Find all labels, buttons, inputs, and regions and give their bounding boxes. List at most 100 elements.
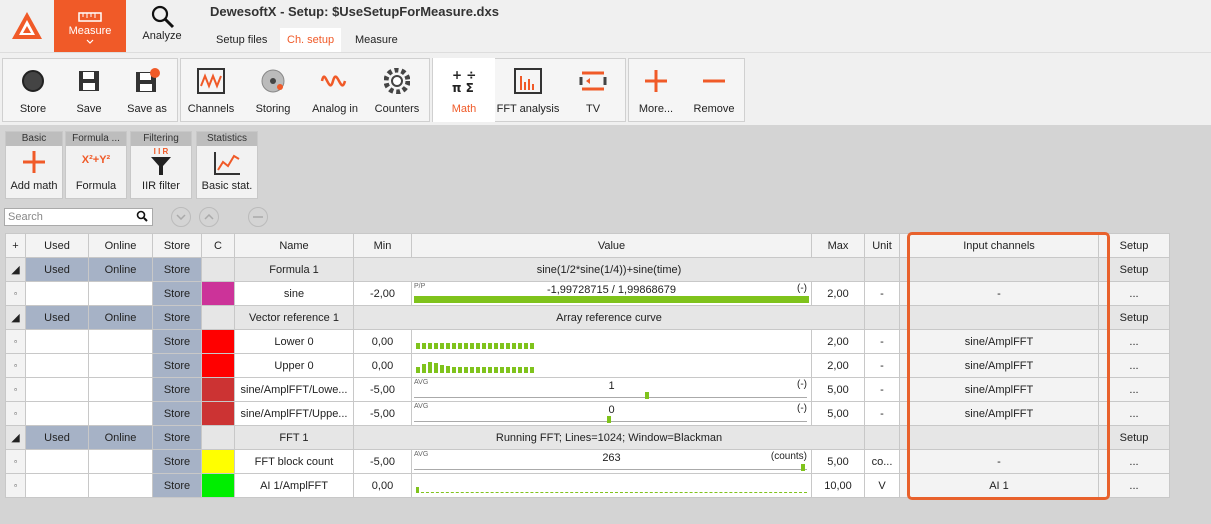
group-store[interactable]: Store (152, 425, 202, 450)
group-store[interactable]: Store (152, 257, 202, 282)
online-cell[interactable] (88, 449, 153, 474)
col-unit[interactable]: Unit (864, 233, 900, 258)
min-value[interactable]: -5,00 (353, 449, 412, 474)
color-swatch[interactable] (201, 353, 235, 378)
setup-dots-button[interactable]: ... (1098, 329, 1170, 354)
color-swatch[interactable] (201, 377, 235, 402)
group-used[interactable]: Used (25, 425, 89, 450)
row-handle[interactable]: ▫ (5, 401, 26, 426)
more-button[interactable]: More... (628, 58, 684, 122)
online-cell[interactable] (88, 401, 153, 426)
search-input[interactable]: Search (4, 208, 153, 226)
group-setup-button[interactable]: Setup (1098, 425, 1170, 450)
unit-cell[interactable]: - (864, 377, 900, 402)
used-cell[interactable] (25, 353, 89, 378)
channel-name[interactable]: AI 1/AmplFFT (234, 473, 354, 498)
input-channel-cell[interactable]: - (899, 449, 1099, 474)
channel-name[interactable]: sine (234, 281, 354, 306)
col-value[interactable]: Value (411, 233, 812, 258)
online-cell[interactable] (88, 353, 153, 378)
max-value[interactable]: 5,00 (811, 449, 865, 474)
channel-name[interactable]: Upper 0 (234, 353, 354, 378)
channels-button[interactable]: Channels (180, 58, 242, 122)
col-store[interactable]: Store (152, 233, 202, 258)
row-handle[interactable]: ▫ (5, 329, 26, 354)
used-cell[interactable] (25, 329, 89, 354)
col-max[interactable]: Max (811, 233, 865, 258)
unit-cell[interactable]: V (864, 473, 900, 498)
used-cell[interactable] (25, 377, 89, 402)
input-channel-cell[interactable]: - (899, 281, 1099, 306)
input-channel-cell[interactable]: sine/AmplFFT (899, 401, 1099, 426)
tab-measure[interactable]: Measure (54, 0, 126, 52)
analog-in-button[interactable]: Analog in (304, 58, 366, 122)
expand-all-button[interactable]: + (5, 233, 26, 258)
unit-cell[interactable]: - (864, 281, 900, 306)
color-swatch[interactable] (201, 473, 235, 498)
input-channel-cell[interactable]: sine/AmplFFT (899, 353, 1099, 378)
setup-dots-button[interactable]: ... (1098, 353, 1170, 378)
row-handle[interactable]: ▫ (5, 473, 26, 498)
storing-button[interactable]: Storing (242, 58, 304, 122)
online-cell[interactable] (88, 281, 153, 306)
max-value[interactable]: 10,00 (811, 473, 865, 498)
unit-cell[interactable]: - (864, 401, 900, 426)
tv-button[interactable]: TV (562, 58, 624, 122)
setup-dots-button[interactable]: ... (1098, 449, 1170, 474)
color-swatch[interactable] (201, 401, 235, 426)
row-handle[interactable]: ▫ (5, 281, 26, 306)
remove-filter-button[interactable] (248, 207, 268, 227)
max-value[interactable]: 2,00 (811, 353, 865, 378)
row-handle[interactable]: ▫ (5, 353, 26, 378)
max-value[interactable]: 2,00 (811, 329, 865, 354)
col-setup[interactable]: Setup (1098, 233, 1170, 258)
min-value[interactable]: -5,00 (353, 377, 412, 402)
min-value[interactable]: 0,00 (353, 473, 412, 498)
max-value[interactable]: 5,00 (811, 377, 865, 402)
setup-dots-button[interactable]: ... (1098, 377, 1170, 402)
group-used[interactable]: Used (25, 257, 89, 282)
setup-dots-button[interactable]: ... (1098, 281, 1170, 306)
basic-stat-button[interactable]: Basic stat. (197, 146, 257, 198)
dewesoft-logo-icon[interactable] (0, 0, 54, 52)
group-online[interactable]: Online (88, 425, 153, 450)
color-swatch[interactable] (201, 281, 235, 306)
used-cell[interactable] (25, 401, 89, 426)
col-used[interactable]: Used (25, 233, 89, 258)
collapse-triangle-icon[interactable]: ◢ (5, 425, 26, 450)
row-handle[interactable]: ▫ (5, 449, 26, 474)
group-setup-button[interactable]: Setup (1098, 305, 1170, 330)
online-cell[interactable] (88, 473, 153, 498)
min-value[interactable]: -2,00 (353, 281, 412, 306)
used-cell[interactable] (25, 281, 89, 306)
setup-dots-button[interactable]: ... (1098, 401, 1170, 426)
tab-analyze[interactable]: Analyze (126, 0, 198, 52)
save-as-button[interactable]: Save as (116, 58, 178, 122)
channel-name[interactable]: sine/AmplFFT/Lowe... (234, 377, 354, 402)
group-setup-button[interactable]: Setup (1098, 257, 1170, 282)
group-store[interactable]: Store (152, 305, 202, 330)
row-handle[interactable]: ▫ (5, 377, 26, 402)
input-channel-cell[interactable]: AI 1 (899, 473, 1099, 498)
max-value[interactable]: 5,00 (811, 401, 865, 426)
store-cell[interactable]: Store (152, 377, 202, 402)
unit-cell[interactable]: - (864, 329, 900, 354)
online-cell[interactable] (88, 377, 153, 402)
formula-button[interactable]: X²+Y² Formula (66, 146, 126, 198)
input-channel-cell[interactable]: sine/AmplFFT (899, 377, 1099, 402)
input-channel-cell[interactable]: sine/AmplFFT (899, 329, 1099, 354)
math-button[interactable]: + ÷ π Σ Math (433, 58, 495, 122)
online-cell[interactable] (88, 329, 153, 354)
store-cell[interactable]: Store (152, 449, 202, 474)
group-used[interactable]: Used (25, 305, 89, 330)
store-cell[interactable]: Store (152, 401, 202, 426)
save-button[interactable]: Save (58, 58, 120, 122)
channel-name[interactable]: sine/AmplFFT/Uppe... (234, 401, 354, 426)
store-cell[interactable]: Store (152, 473, 202, 498)
color-swatch[interactable] (201, 329, 235, 354)
used-cell[interactable] (25, 473, 89, 498)
group-online[interactable]: Online (88, 305, 153, 330)
collapse-triangle-icon[interactable]: ◢ (5, 257, 26, 282)
collapse-down-button[interactable] (171, 207, 191, 227)
color-swatch[interactable] (201, 449, 235, 474)
